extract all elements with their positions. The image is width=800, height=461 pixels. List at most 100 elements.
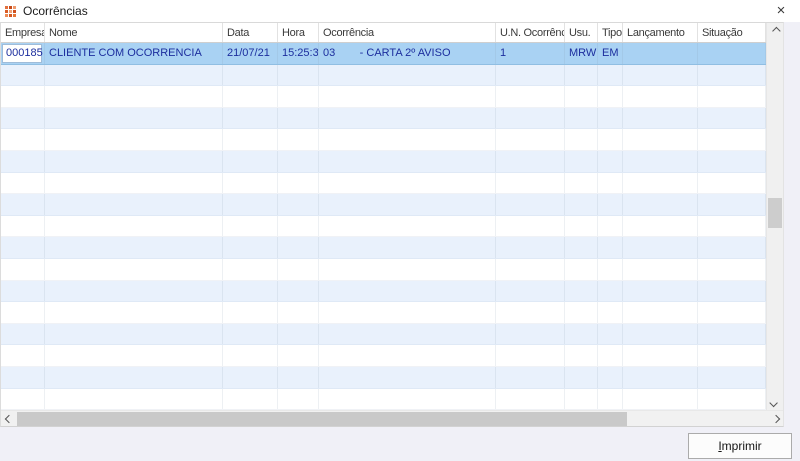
- column-header-lancamento[interactable]: Lançamento: [623, 23, 698, 42]
- empty-row[interactable]: [1, 194, 766, 216]
- cell-data: [223, 258, 278, 280]
- cell-situacao: [698, 388, 766, 410]
- cell-data[interactable]: 21/07/21: [223, 43, 278, 64]
- column-header-tipo[interactable]: Tipo: [598, 23, 623, 42]
- cell-un-ocorrencia: [496, 129, 565, 150]
- cell-nome: [45, 237, 223, 258]
- cell-situacao[interactable]: [698, 43, 766, 64]
- column-header-nome[interactable]: Nome: [45, 23, 223, 42]
- empty-row[interactable]: [1, 172, 766, 195]
- cell-empresa: [1, 323, 45, 345]
- cell-tipo: [598, 215, 623, 237]
- cell-lancamento: [623, 388, 698, 410]
- cell-lancamento[interactable]: [623, 43, 698, 64]
- empty-row[interactable]: [1, 345, 766, 367]
- cell-usu: [565, 366, 598, 388]
- empty-row[interactable]: [1, 129, 766, 151]
- column-header-hora[interactable]: Hora: [278, 23, 319, 42]
- cell-empresa: [1, 388, 45, 410]
- cell-hora[interactable]: 15:25:39: [278, 43, 319, 64]
- cell-usu: [565, 86, 598, 107]
- scroll-right-icon[interactable]: [768, 411, 783, 426]
- column-header-usu[interactable]: Usu.: [565, 23, 598, 42]
- cell-ocorrencia: [319, 323, 496, 345]
- empty-row[interactable]: [1, 388, 766, 410]
- occurrence-row[interactable]: 000185 CLIENTE COM OCORRENCIA 21/07/21 15:2…: [1, 43, 766, 65]
- horizontal-scrollbar-thumb[interactable]: [17, 411, 627, 426]
- empty-row[interactable]: [1, 258, 766, 281]
- grid-header: Empresa Nome Data Hora Ocorrência U.N. Ocorrê…: [1, 23, 766, 43]
- cell-ocorrencia: [319, 64, 496, 86]
- cell-situacao: [698, 86, 766, 107]
- cell-ocorrencia: [319, 258, 496, 280]
- scroll-up-icon[interactable]: [767, 23, 783, 38]
- cell-lancamento: [623, 194, 698, 215]
- empresa-inline-editor[interactable]: 000185: [2, 44, 43, 63]
- column-header-situacao[interactable]: Situação: [698, 23, 766, 42]
- horizontal-scrollbar[interactable]: [1, 410, 783, 426]
- cell-nome: [45, 172, 223, 194]
- cell-empresa: [1, 258, 45, 280]
- grid-rows: 000185 CLIENTE COM OCORRENCIA 21/07/21 15:2…: [1, 43, 766, 410]
- vertical-scrollbar[interactable]: [766, 23, 783, 410]
- cell-lancamento: [623, 366, 698, 388]
- column-header-ocorrencia[interactable]: Ocorrência: [319, 23, 496, 42]
- scroll-down-icon[interactable]: [767, 395, 783, 410]
- cell-situacao: [698, 323, 766, 345]
- cell-data: [223, 237, 278, 258]
- grid-main: Empresa Nome Data Hora Ocorrência U.N. Ocorrê…: [1, 23, 766, 410]
- cell-nome: [45, 86, 223, 107]
- cell-data: [223, 388, 278, 410]
- cell-situacao: [698, 107, 766, 129]
- cell-un-ocorrencia: [496, 323, 565, 345]
- empty-row[interactable]: [1, 215, 766, 238]
- cell-ocorrencia: [319, 345, 496, 366]
- cell-nome[interactable]: CLIENTE COM OCORRENCIA: [45, 43, 223, 64]
- column-header-data[interactable]: Data: [223, 23, 278, 42]
- cell-tipo[interactable]: EM: [598, 43, 623, 64]
- empresa-value: 000185: [6, 47, 43, 60]
- cell-tipo: [598, 86, 623, 107]
- empty-row[interactable]: [1, 366, 766, 389]
- imprimir-button[interactable]: Imprimir: [688, 433, 792, 459]
- column-header-un-ocorrencia[interactable]: U.N. Ocorrência: [496, 23, 565, 42]
- cell-situacao: [698, 172, 766, 194]
- window-title: Ocorrências: [23, 4, 88, 18]
- cell-nome: [45, 323, 223, 345]
- cell-lancamento: [623, 64, 698, 86]
- close-icon[interactable]: ×: [771, 0, 791, 20]
- scroll-left-icon[interactable]: [1, 411, 16, 426]
- cell-empresa[interactable]: 000185: [1, 43, 45, 64]
- empty-row[interactable]: [1, 107, 766, 130]
- cell-hora: [278, 150, 319, 172]
- empty-row[interactable]: [1, 237, 766, 259]
- cell-un-ocorrencia: [496, 172, 565, 194]
- cell-ocorrencia: [319, 107, 496, 129]
- cell-un-ocorrencia[interactable]: 1: [496, 43, 565, 64]
- cell-ocorrencia: [319, 366, 496, 388]
- empty-row[interactable]: [1, 302, 766, 324]
- cell-nome: [45, 366, 223, 388]
- empty-row[interactable]: [1, 280, 766, 303]
- cell-situacao: [698, 302, 766, 323]
- empty-row[interactable]: [1, 64, 766, 87]
- vertical-scrollbar-thumb[interactable]: [768, 198, 782, 228]
- cell-un-ocorrencia: [496, 215, 565, 237]
- cell-usu[interactable]: MRW: [565, 43, 598, 64]
- cell-nome: [45, 64, 223, 86]
- column-header-empresa[interactable]: Empresa: [1, 23, 45, 42]
- cell-data: [223, 280, 278, 302]
- cell-ocorrencia[interactable]: 03 - CARTA 2º AVISO: [319, 43, 496, 64]
- cell-usu: [565, 150, 598, 172]
- cell-usu: [565, 237, 598, 258]
- empty-row[interactable]: [1, 323, 766, 346]
- cell-un-ocorrencia: [496, 302, 565, 323]
- cell-tipo: [598, 366, 623, 388]
- empty-row[interactable]: [1, 86, 766, 108]
- cell-tipo: [598, 258, 623, 280]
- cell-situacao: [698, 237, 766, 258]
- cell-lancamento: [623, 86, 698, 107]
- cell-empresa: [1, 366, 45, 388]
- cell-un-ocorrencia: [496, 64, 565, 86]
- empty-row[interactable]: [1, 150, 766, 173]
